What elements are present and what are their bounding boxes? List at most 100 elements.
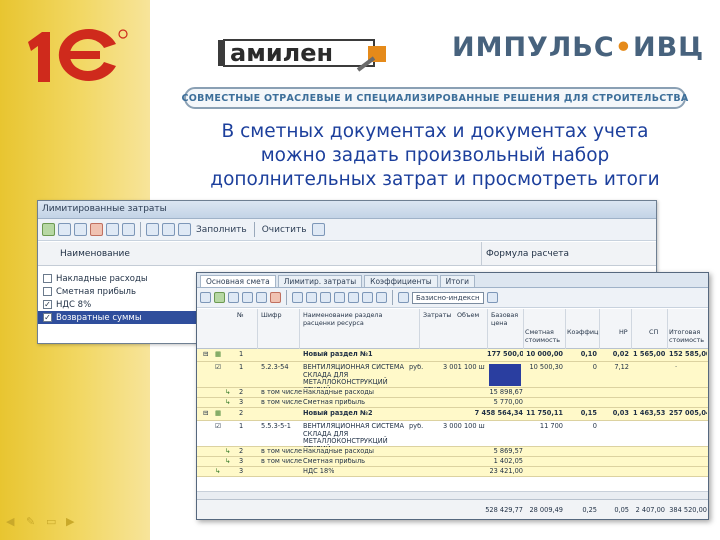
row-unit: руб. (409, 423, 424, 430)
estimate-toolbar: Базисно-индексн (197, 288, 708, 308)
table-row[interactable]: ⊟ ▦ 2 Новый раздел №2 7 458 564,34 11 75… (197, 408, 708, 421)
move-down-icon[interactable] (306, 292, 317, 303)
table-row[interactable]: ☑ 1 5.2.3-54 ВЕНТИЛЯЦИОННАЯ СИСТЕМА СКЛА… (197, 362, 708, 393)
limited-cost-row[interactable]: Сметная прибыль (38, 285, 198, 298)
row-checkbox[interactable] (43, 274, 52, 283)
add-icon[interactable] (214, 292, 225, 303)
row-unit: руб. (409, 364, 424, 371)
delete-icon[interactable] (270, 292, 281, 303)
coefficient-icon[interactable] (362, 292, 373, 303)
toolbar-separator (140, 222, 141, 237)
sub-item-icon: ↳ (225, 448, 231, 455)
column-profit[interactable]: СП (649, 329, 658, 337)
copy-icon[interactable] (58, 223, 71, 236)
column-estimate-cost[interactable]: Сметная стоимость (525, 329, 565, 344)
edit-icon[interactable] (256, 292, 267, 303)
estimate-grid-header: № Шифр Наименование раздела расценки рес… (197, 309, 708, 349)
row-number: 1 (239, 423, 244, 430)
move-up-icon[interactable] (292, 292, 303, 303)
row-checkbox[interactable]: ✓ (43, 300, 52, 309)
row-number: 2 (239, 410, 244, 417)
column-name[interactable]: Наименование (60, 249, 130, 259)
row-sum: 152 585,00 (669, 351, 707, 358)
row-number: 1 (239, 351, 244, 358)
table-row[interactable]: ☑ 1 5.5.3-5-1 ВЕНТИЛЯЦИОННАЯ СИСТЕМА СКЛ… (197, 421, 708, 452)
row-name: Сметная прибыль (303, 458, 366, 465)
tab-totals[interactable]: Итоги (439, 275, 476, 287)
tab-limited-costs[interactable]: Лимитир. затраты (277, 275, 363, 287)
checkbox-icon[interactable]: ☑ (215, 423, 221, 431)
actions-menu-icon[interactable] (200, 292, 211, 303)
column-formula[interactable]: Формула расчета (486, 249, 569, 259)
limited-cost-row[interactable]: ✓ НДС 8% (38, 298, 198, 311)
selected-cell[interactable] (489, 364, 521, 386)
column-item-name[interactable]: Наименование раздела расценки ресурса (303, 312, 413, 327)
filter-icon[interactable] (334, 292, 345, 303)
row-checkbox[interactable] (43, 287, 52, 296)
impuls-ivc-logo: ИМПУЛЬС•ИВЦ (452, 32, 705, 63)
move-down-icon[interactable] (122, 223, 135, 236)
headline-line-2: можно задать произвольный набор (260, 145, 610, 166)
row-label: Возвратные суммы (56, 312, 142, 323)
check-all-icon[interactable] (146, 223, 159, 236)
checkbox-icon[interactable]: ☑ (215, 364, 221, 372)
delete-icon[interactable] (90, 223, 103, 236)
next-arrow-icon[interactable]: ▶ (66, 516, 80, 528)
move-up-icon[interactable] (106, 223, 119, 236)
column-total-cost[interactable]: Итоговая стоимость (669, 329, 708, 344)
table-row[interactable]: ↳ 3 в том числе Сметная прибыль 5 770,00 (197, 398, 708, 408)
limited-cost-row-selected[interactable]: ✓ Возвратные суммы (38, 311, 198, 324)
prev-arrow-icon[interactable]: ◀ (6, 516, 20, 528)
add-icon[interactable] (42, 223, 55, 236)
row-total: 177 500,00 (487, 351, 523, 358)
column-volume[interactable]: Объем (457, 312, 487, 320)
column-divider (631, 309, 632, 349)
settings-icon[interactable] (311, 223, 325, 236)
slide-sorter-icon[interactable]: ▭ (46, 516, 60, 528)
column-code[interactable]: Шифр (261, 312, 282, 320)
row-total: 23 421,00 (489, 468, 523, 475)
headline-line-1: В сметных документах и документах учета (221, 121, 649, 142)
sort-icon[interactable] (320, 292, 331, 303)
check-icon[interactable] (398, 292, 409, 303)
horizontal-scrollbar[interactable] (197, 491, 708, 499)
column-divider (667, 309, 668, 349)
table-row[interactable]: ↳ 2 в том числе Накладные расходы 15 898… (197, 388, 708, 398)
fill-button[interactable]: Заполнить (194, 225, 249, 235)
row-number: 3 (239, 468, 244, 475)
column-overhead[interactable]: НР (619, 329, 628, 337)
fill-icon[interactable] (178, 223, 191, 236)
add-section-icon[interactable] (228, 292, 239, 303)
edit-icon[interactable] (74, 223, 87, 236)
tab-coefficients[interactable]: Коэффициенты (364, 275, 438, 287)
tab-main-estimate[interactable]: Основная смета (200, 275, 276, 287)
table-row[interactable]: ↳ 3 НДС 18% 23 421,00 (197, 467, 708, 477)
column-base-price[interactable]: Базовая цена (491, 312, 525, 327)
toolbar-separator (286, 290, 287, 305)
estimate-window: Основная смета Лимитир. затраты Коэффици… (196, 272, 709, 520)
row-overhead: 0,02 (612, 351, 629, 358)
row-coefficient: 0 (592, 364, 597, 371)
settings-icon[interactable] (486, 292, 498, 303)
calc-method-select[interactable]: Базисно-индексн (412, 291, 484, 304)
table-row[interactable]: ↳ 3 в том числе Сметная прибыль 1 402,05 (197, 457, 708, 467)
table-row[interactable]: ↳ 2 в том числе Накладные расходы 5 869,… (197, 447, 708, 457)
limited-cost-row[interactable]: Накладные расходы (38, 272, 198, 285)
clear-button[interactable]: Очистить (260, 225, 309, 235)
sub-item-icon: ↳ (225, 458, 231, 465)
print-icon[interactable] (376, 292, 387, 303)
svg-text:амилен: амилен (230, 39, 333, 67)
calculator-icon[interactable] (348, 292, 359, 303)
column-number[interactable]: № (237, 312, 244, 320)
column-coefficient[interactable]: Коэффициент (567, 329, 599, 337)
table-row[interactable]: ⊟ ▦ 1 Новый раздел №1 177 500,00 10 000,… (197, 349, 708, 362)
copy-icon[interactable] (242, 292, 253, 303)
expand-toggle-icon[interactable]: ⊟ (203, 410, 209, 418)
row-code: в том числе (261, 458, 303, 465)
uncheck-all-icon[interactable] (162, 223, 175, 236)
expand-toggle-icon[interactable]: ⊟ (203, 351, 209, 359)
edit-pencil-icon[interactable]: ✎ (26, 516, 40, 528)
column-divider (565, 309, 566, 349)
column-costs[interactable]: Затраты (423, 312, 457, 320)
row-checkbox[interactable]: ✓ (43, 313, 52, 322)
